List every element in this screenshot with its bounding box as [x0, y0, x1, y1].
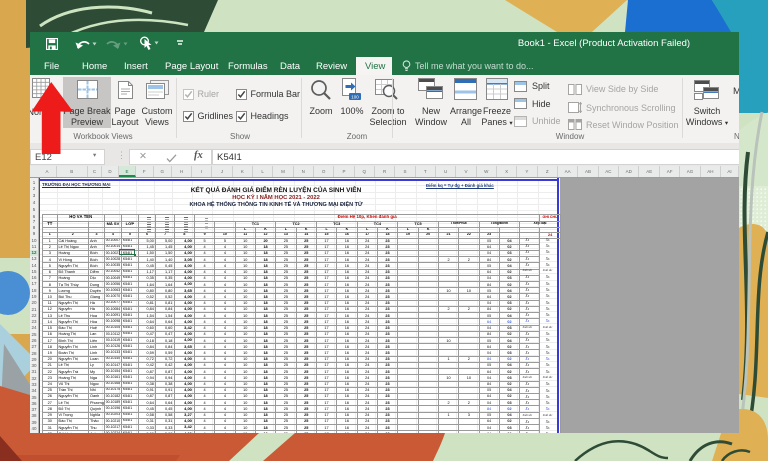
svg-text:100: 100: [351, 95, 359, 100]
